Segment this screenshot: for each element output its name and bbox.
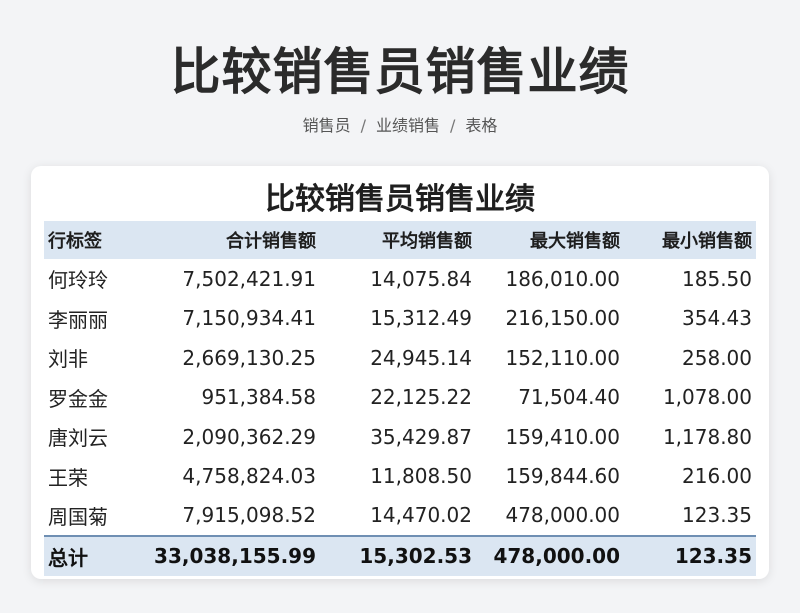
header-average-sales[interactable]: 平均销售额 — [320, 221, 476, 259]
cell-min-sales[interactable]: 185.50 — [624, 259, 756, 299]
breadcrumb-separator: / — [450, 116, 456, 135]
cell-max-sales[interactable]: 152,110.00 — [476, 338, 624, 378]
cell-total-sales[interactable]: 7,150,934.41 — [140, 299, 320, 339]
total-max-sales[interactable]: 478,000.00 — [476, 536, 624, 576]
header-max-sales[interactable]: 最大销售额 — [476, 221, 624, 259]
cell-average-sales[interactable]: 11,808.50 — [320, 457, 476, 497]
table-row[interactable]: 王荣 4,758,824.03 11,808.50 159,844.60 216… — [44, 457, 756, 497]
page-title: 比较销售员销售业绩 — [170, 43, 630, 101]
header-row-label[interactable]: 行标签 — [44, 221, 140, 259]
cell-min-sales[interactable]: 1,078.00 — [624, 378, 756, 418]
table-header-row: 行标签 合计销售额 平均销售额 最大销售额 最小销售额 — [44, 221, 756, 259]
table-row[interactable]: 刘非 2,669,130.25 24,945.14 152,110.00 258… — [44, 338, 756, 378]
cell-average-sales[interactable]: 22,125.22 — [320, 378, 476, 418]
table-row[interactable]: 唐刘云 2,090,362.29 35,429.87 159,410.00 1,… — [44, 417, 756, 457]
cell-average-sales[interactable]: 35,429.87 — [320, 417, 476, 457]
cell-average-sales[interactable]: 15,312.49 — [320, 299, 476, 339]
cell-total-sales[interactable]: 4,758,824.03 — [140, 457, 320, 497]
cell-total-sales[interactable]: 2,090,362.29 — [140, 417, 320, 457]
breadcrumb-item-salesperson[interactable]: 销售员 — [303, 116, 351, 135]
total-min-sales[interactable]: 123.35 — [624, 536, 756, 576]
cell-max-sales[interactable]: 186,010.00 — [476, 259, 624, 299]
cell-salesperson[interactable]: 何玲玲 — [44, 259, 140, 299]
table-row[interactable]: 何玲玲 7,502,421.91 14,075.84 186,010.00 18… — [44, 259, 756, 299]
breadcrumb-separator: / — [360, 116, 366, 135]
cell-min-sales[interactable]: 258.00 — [624, 338, 756, 378]
breadcrumb-item-table[interactable]: 表格 — [465, 116, 497, 135]
cell-min-sales[interactable]: 123.35 — [624, 496, 756, 536]
cell-salesperson[interactable]: 周国菊 — [44, 496, 140, 536]
breadcrumb: 销售员 / 业绩销售 / 表格 — [0, 112, 800, 136]
cell-salesperson[interactable]: 刘非 — [44, 338, 140, 378]
cell-max-sales[interactable]: 216,150.00 — [476, 299, 624, 339]
cell-total-sales[interactable]: 7,502,421.91 — [140, 259, 320, 299]
table-total-row[interactable]: 总计 33,038,155.99 15,302.53 478,000.00 12… — [44, 535, 756, 576]
header-total-sales[interactable]: 合计销售额 — [140, 221, 320, 259]
total-sum-sales[interactable]: 33,038,155.99 — [140, 536, 320, 576]
cell-max-sales[interactable]: 159,844.60 — [476, 457, 624, 497]
table-row[interactable]: 李丽丽 7,150,934.41 15,312.49 216,150.00 35… — [44, 299, 756, 339]
cell-average-sales[interactable]: 14,075.84 — [320, 259, 476, 299]
cell-min-sales[interactable]: 216.00 — [624, 457, 756, 497]
cell-salesperson[interactable]: 王荣 — [44, 457, 140, 497]
table-row[interactable]: 罗金金 951,384.58 22,125.22 71,504.40 1,078… — [44, 378, 756, 418]
cell-max-sales[interactable]: 159,410.00 — [476, 417, 624, 457]
cell-max-sales[interactable]: 478,000.00 — [476, 496, 624, 536]
table-card: 比较销售员销售业绩 行标签 合计销售额 平均销售额 最大销售额 最小销售额 何玲… — [31, 166, 769, 579]
cell-min-sales[interactable]: 354.43 — [624, 299, 756, 339]
cell-average-sales[interactable]: 24,945.14 — [320, 338, 476, 378]
cell-total-sales[interactable]: 7,915,098.52 — [140, 496, 320, 536]
header-min-sales[interactable]: 最小销售额 — [624, 221, 756, 259]
breadcrumb-item-performance[interactable]: 业绩销售 — [376, 116, 440, 135]
cell-salesperson[interactable]: 罗金金 — [44, 378, 140, 418]
total-average-sales[interactable]: 15,302.53 — [320, 536, 476, 576]
cell-total-sales[interactable]: 951,384.58 — [140, 378, 320, 418]
cell-max-sales[interactable]: 71,504.40 — [476, 378, 624, 418]
cell-min-sales[interactable]: 1,178.80 — [624, 417, 756, 457]
cell-average-sales[interactable]: 14,470.02 — [320, 496, 476, 536]
total-label[interactable]: 总计 — [44, 536, 140, 576]
cell-salesperson[interactable]: 李丽丽 — [44, 299, 140, 339]
table-row[interactable]: 周国菊 7,915,098.52 14,470.02 478,000.00 12… — [44, 496, 756, 536]
sales-table: 行标签 合计销售额 平均销售额 最大销售额 最小销售额 何玲玲 7,502,42… — [44, 221, 756, 576]
cell-total-sales[interactable]: 2,669,130.25 — [140, 338, 320, 378]
cell-salesperson[interactable]: 唐刘云 — [44, 417, 140, 457]
table-title: 比较销售员销售业绩 — [265, 182, 535, 217]
